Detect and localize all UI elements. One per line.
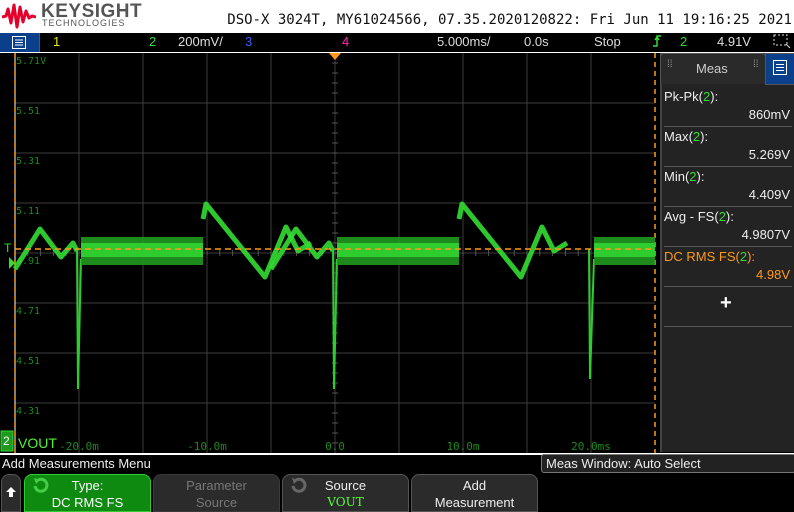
time-label: -10.0m (187, 440, 227, 453)
trigger-position-marker (329, 53, 341, 60)
run-state[interactable]: Stop (594, 34, 621, 49)
meas-tab-label: Meas (696, 61, 728, 76)
channel-1-label[interactable]: 1 (53, 34, 60, 49)
add-measurement-icon[interactable]: + (720, 292, 732, 315)
graticule: 5.71V5.515.315.114.914.714.514.31-20.0m -… (0, 52, 656, 453)
zoom-select-icon[interactable] (773, 33, 791, 52)
measurement-label: Min(2): (664, 169, 705, 184)
voltage-label: 5.11 (16, 206, 40, 217)
trigger-source[interactable]: 2 (680, 34, 687, 49)
time-label: 10.0m (446, 440, 479, 453)
measurement-label: Pk-Pk(2): (664, 89, 719, 104)
channel-name-label: VOUT (18, 435, 57, 451)
parameter-source-softkey[interactable]: Parameter Source (153, 474, 280, 512)
model-info: DSO-X 3024T, MY61024566, 07.35.202012082… (227, 12, 792, 28)
source-softkey[interactable]: Source VOUT (282, 474, 409, 512)
drag-grip-icon[interactable]: ⁞⁞ (667, 60, 673, 70)
back-up-button[interactable] (1, 474, 21, 512)
divider (664, 246, 792, 247)
measurement-label: DC RMS FS(2): (664, 249, 756, 264)
status-bar: 1 2 200mV/ 3 4 5.000ms/ 0.0s Stop 2 4.91… (0, 33, 794, 53)
waveform-display[interactable]: 5.71V 5.51 5.31 5.11 4.91 4.71 4.51 4.31 -20.0m -… (0, 52, 658, 453)
time-label: 20.0ms (571, 440, 611, 453)
time-label: -20.0m (59, 440, 99, 453)
waveform-noise-core (81, 243, 203, 257)
measurement-label: Max(2): (664, 129, 709, 144)
waveform-ramp (456, 201, 569, 280)
softkey-menu-title: Add Measurements Menu (2, 456, 151, 471)
divider (664, 126, 792, 127)
measurement-label: Avg - FS(2): (664, 209, 734, 224)
divider (664, 286, 792, 287)
brand-subtitle: TECHNOLOGIES (42, 18, 126, 28)
drag-grip-icon[interactable]: ⁞⁞ (753, 60, 759, 70)
voltage-label: 4.71 (16, 306, 40, 317)
menu-icon (773, 60, 787, 75)
channel-2-label[interactable]: 2 (149, 34, 156, 49)
voltage-label: 4.31 (16, 406, 40, 417)
divider (664, 206, 792, 207)
waveform-ramp (200, 201, 313, 280)
channel-2-badge-label: 2 (3, 434, 10, 448)
header-bar: KEYSIGHT TECHNOLOGIES DSO-X 3024T, MY610… (0, 0, 794, 33)
voltage-label: 5.51 (16, 106, 40, 117)
measurement-item[interactable]: Max(2): 5.269V (664, 129, 790, 167)
timebase-value[interactable]: 5.000ms/ (437, 34, 490, 49)
keysight-logo-icon (2, 3, 36, 29)
waveform-noise-core (337, 243, 459, 257)
measurement-value: 4.98V (756, 267, 790, 282)
measurement-value: 5.269V (748, 147, 790, 162)
measurement-item[interactable]: Avg - FS(2): 4.9807V (664, 209, 790, 247)
add-measurement-button[interactable]: Add Measurement (411, 474, 538, 512)
divider (664, 166, 792, 167)
time-label: 0.0 (325, 440, 345, 453)
delay-value[interactable]: 0.0s (524, 34, 549, 49)
measurement-value: 4.9807V (741, 227, 790, 242)
panel-menu-tab[interactable] (765, 53, 794, 85)
waveform-noise-core (594, 243, 655, 257)
channel-2-scale[interactable]: 200mV/ (178, 34, 223, 49)
meas-window-indicator: Meas Window: Auto Select (541, 454, 794, 473)
trigger-edge-icon (652, 34, 662, 50)
main-menu-button[interactable] (0, 33, 40, 52)
divider (664, 326, 792, 327)
channel-4-label[interactable]: 4 (342, 34, 349, 49)
measurement-item-selected[interactable]: DC RMS FS(2): 4.98V (664, 249, 790, 287)
channel-3-label[interactable]: 3 (245, 34, 252, 49)
arrow-up-icon (6, 487, 16, 497)
voltage-label: 5.31 (16, 156, 40, 167)
voltage-label: 5.71V (16, 56, 46, 67)
measurement-value: 860mV (748, 107, 790, 122)
meas-tab[interactable]: ⁞⁞ Meas ⁞⁞ (660, 53, 766, 84)
trigger-level-marker: T (4, 241, 12, 255)
trigger-level[interactable]: 4.91V (717, 34, 751, 49)
voltage-label: 4.51 (16, 356, 40, 367)
measurement-item[interactable]: Min(2): 4.409V (664, 169, 790, 207)
measurement-item[interactable]: Pk-Pk(2): 860mV (664, 89, 790, 127)
type-softkey[interactable]: Type: DC RMS FS (24, 474, 151, 512)
measurement-value: 4.409V (748, 187, 790, 202)
menu-icon (12, 36, 26, 49)
